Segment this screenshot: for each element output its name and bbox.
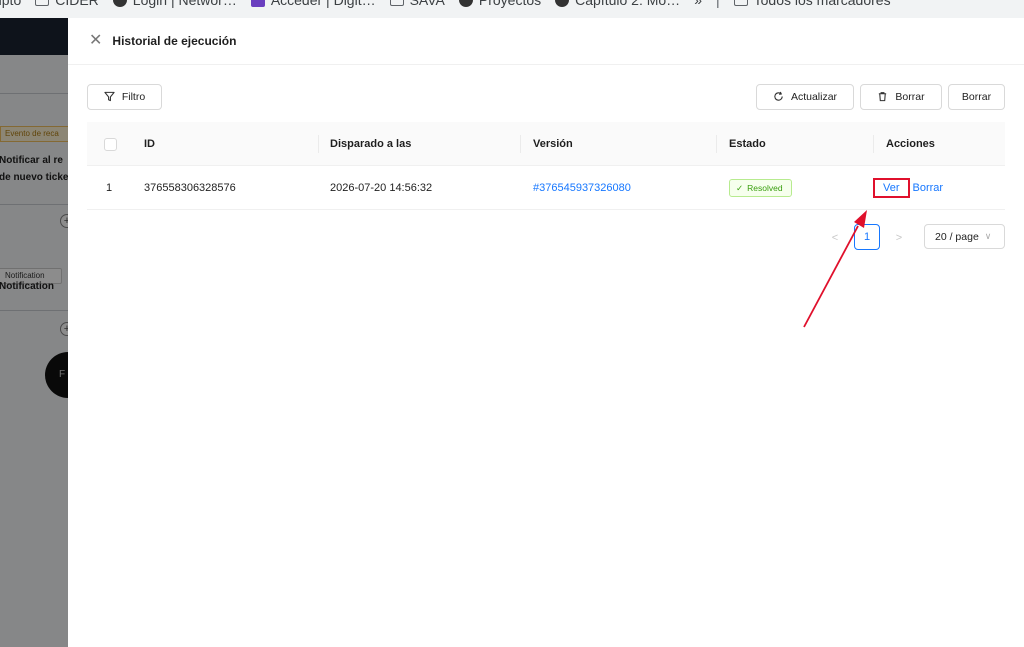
github-icon — [555, 0, 570, 7]
column-header-id[interactable]: ID — [144, 122, 155, 166]
execution-history-drawer: ✕ Historial de ejecución Filtro Actualiz… — [68, 18, 1024, 647]
delete-link[interactable]: Borrar — [913, 182, 944, 194]
column-header-triggered-at[interactable]: Disparado a las — [330, 122, 411, 166]
bookmark-item[interactable]: SAVA — [389, 0, 445, 8]
row-index: 1 — [106, 182, 113, 194]
filter-icon — [104, 91, 115, 104]
page-button-current[interactable]: 1 — [854, 224, 880, 250]
view-highlight-box: Ver — [873, 178, 910, 198]
bookmark-separator: | — [715, 0, 720, 8]
digit-logo-icon — [250, 0, 265, 7]
modal-mask[interactable] — [0, 18, 68, 647]
column-header-version[interactable]: Versión — [533, 122, 573, 166]
bookmark-item[interactable]: Proyectos — [458, 0, 541, 8]
folder-icon — [733, 0, 748, 6]
select-all-checkbox[interactable] — [104, 122, 117, 166]
page-size-select[interactable]: 20 / page ∨ — [924, 224, 1005, 249]
folder-icon — [389, 0, 404, 6]
table-header: ID Disparado a las Versión Estado Accion… — [87, 122, 1005, 166]
column-divider — [716, 135, 717, 153]
chevron-down-icon: ∨ — [984, 231, 992, 241]
column-header-actions: Acciones — [886, 138, 935, 150]
view-link[interactable]: Ver — [883, 182, 900, 194]
all-bookmarks[interactable]: Todos los marcadores — [733, 0, 891, 8]
bookmarks-bar: ripto CIDER Login | Networ… Acceder | Di… — [0, 0, 1024, 18]
refresh-button[interactable]: Actualizar — [756, 84, 854, 110]
status-badge: ✓ Resolved — [729, 179, 792, 197]
refresh-icon — [773, 91, 784, 104]
column-divider — [520, 135, 521, 153]
actions-cell: Ver Borrar — [873, 166, 943, 210]
bookmarks-overflow[interactable]: » — [694, 0, 702, 8]
trash-icon — [877, 91, 888, 104]
delete-all-button[interactable]: Borrar — [860, 84, 942, 110]
bookmark-item[interactable]: Login | Networ… — [112, 0, 237, 8]
next-page-icon[interactable]: > — [891, 230, 907, 246]
version-link[interactable]: #376545937326080 — [533, 166, 631, 210]
drawer-title: Historial de ejecución — [112, 34, 237, 48]
column-divider — [873, 135, 874, 153]
close-icon[interactable]: ✕ — [89, 33, 102, 49]
network-icon — [112, 0, 127, 7]
column-header-status[interactable]: Estado — [729, 122, 766, 166]
prev-page-icon[interactable]: < — [827, 230, 843, 246]
filter-button[interactable]: Filtro — [87, 84, 162, 110]
folder-icon — [35, 0, 50, 6]
bookmark-item[interactable]: Capítulo 2: Mo… — [555, 0, 680, 8]
status-cell: ✓ Resolved — [729, 166, 792, 210]
triggered-at: 2026-07-20 14:56:32 — [330, 182, 433, 194]
bookmark-item[interactable]: Acceder | Digit… — [250, 0, 376, 8]
check-icon: ✓ — [736, 182, 744, 193]
delete-button[interactable]: Borrar — [948, 84, 1005, 110]
github-icon — [458, 0, 473, 7]
column-divider — [318, 135, 319, 153]
execution-id: 376558306328576 — [144, 182, 236, 194]
bookmark-item[interactable]: ripto — [0, 0, 21, 8]
bookmark-item[interactable]: CIDER — [35, 0, 99, 8]
drawer-header: ✕ Historial de ejecución — [68, 18, 1024, 65]
table-row: 1 376558306328576 2026-07-20 14:56:32 #3… — [87, 166, 1005, 210]
